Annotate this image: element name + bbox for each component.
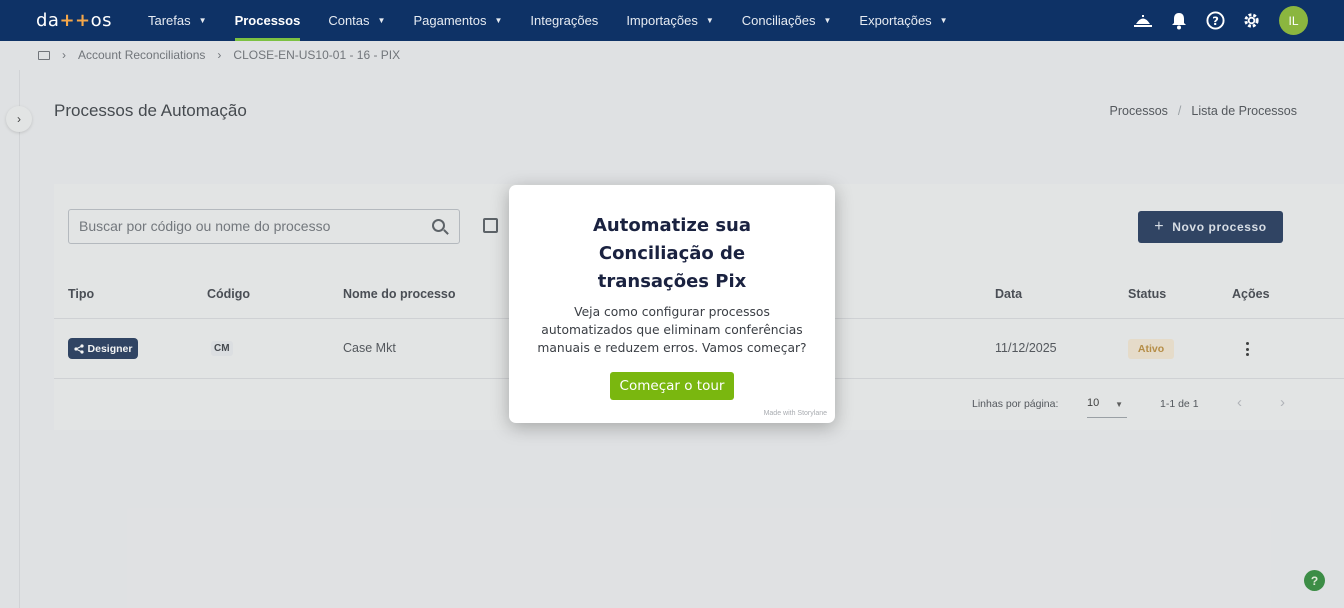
modal-description: Veja como configurar processos automatiz… [537,305,807,355]
nav-conciliacoes[interactable]: Conciliações ▼ [728,0,846,41]
tour-modal: Automatize sua Conciliação de transações P… [509,185,835,423]
service-bell-icon[interactable] [1131,7,1155,35]
nav-exportacoes[interactable]: Exportações ▼ [845,0,961,41]
gear-icon[interactable] [1239,7,1263,35]
chevron-down-icon: ▼ [823,16,832,25]
svg-text:?: ? [1212,14,1219,28]
nav-processos[interactable]: Processos [221,0,315,41]
chevron-down-icon: ▼ [705,16,714,25]
start-tour-button[interactable]: Começar o tour [610,372,734,400]
top-icons: ? IL [1131,6,1308,35]
nav-integracoes[interactable]: Integrações [516,0,612,41]
nav-tarefas[interactable]: Tarefas ▼ [134,0,221,41]
chevron-down-icon: ▼ [377,16,386,25]
modal-title: Automatize sua Conciliação de transações P… [592,215,752,292]
avatar[interactable]: IL [1279,6,1308,35]
top-navbar: da++os Tarefas ▼ Processos Contas ▼ Pagame… [0,0,1344,41]
dattos-logo[interactable]: da++os [36,10,112,31]
nav-pagamentos[interactable]: Pagamentos ▼ [399,0,516,41]
chevron-down-icon: ▼ [198,16,207,25]
made-with-storylane[interactable]: Made with Storylane [764,410,827,417]
main-nav: Tarefas ▼ Processos Contas ▼ Pagamentos ▼ I… [134,0,962,41]
nav-contas[interactable]: Contas ▼ [314,0,399,41]
notification-bell-icon[interactable] [1167,7,1191,35]
chevron-down-icon: ▼ [494,16,503,25]
nav-importacoes[interactable]: Importações ▼ [612,0,727,41]
chevron-down-icon: ▼ [939,16,948,25]
help-circle-icon[interactable]: ? [1203,7,1227,35]
